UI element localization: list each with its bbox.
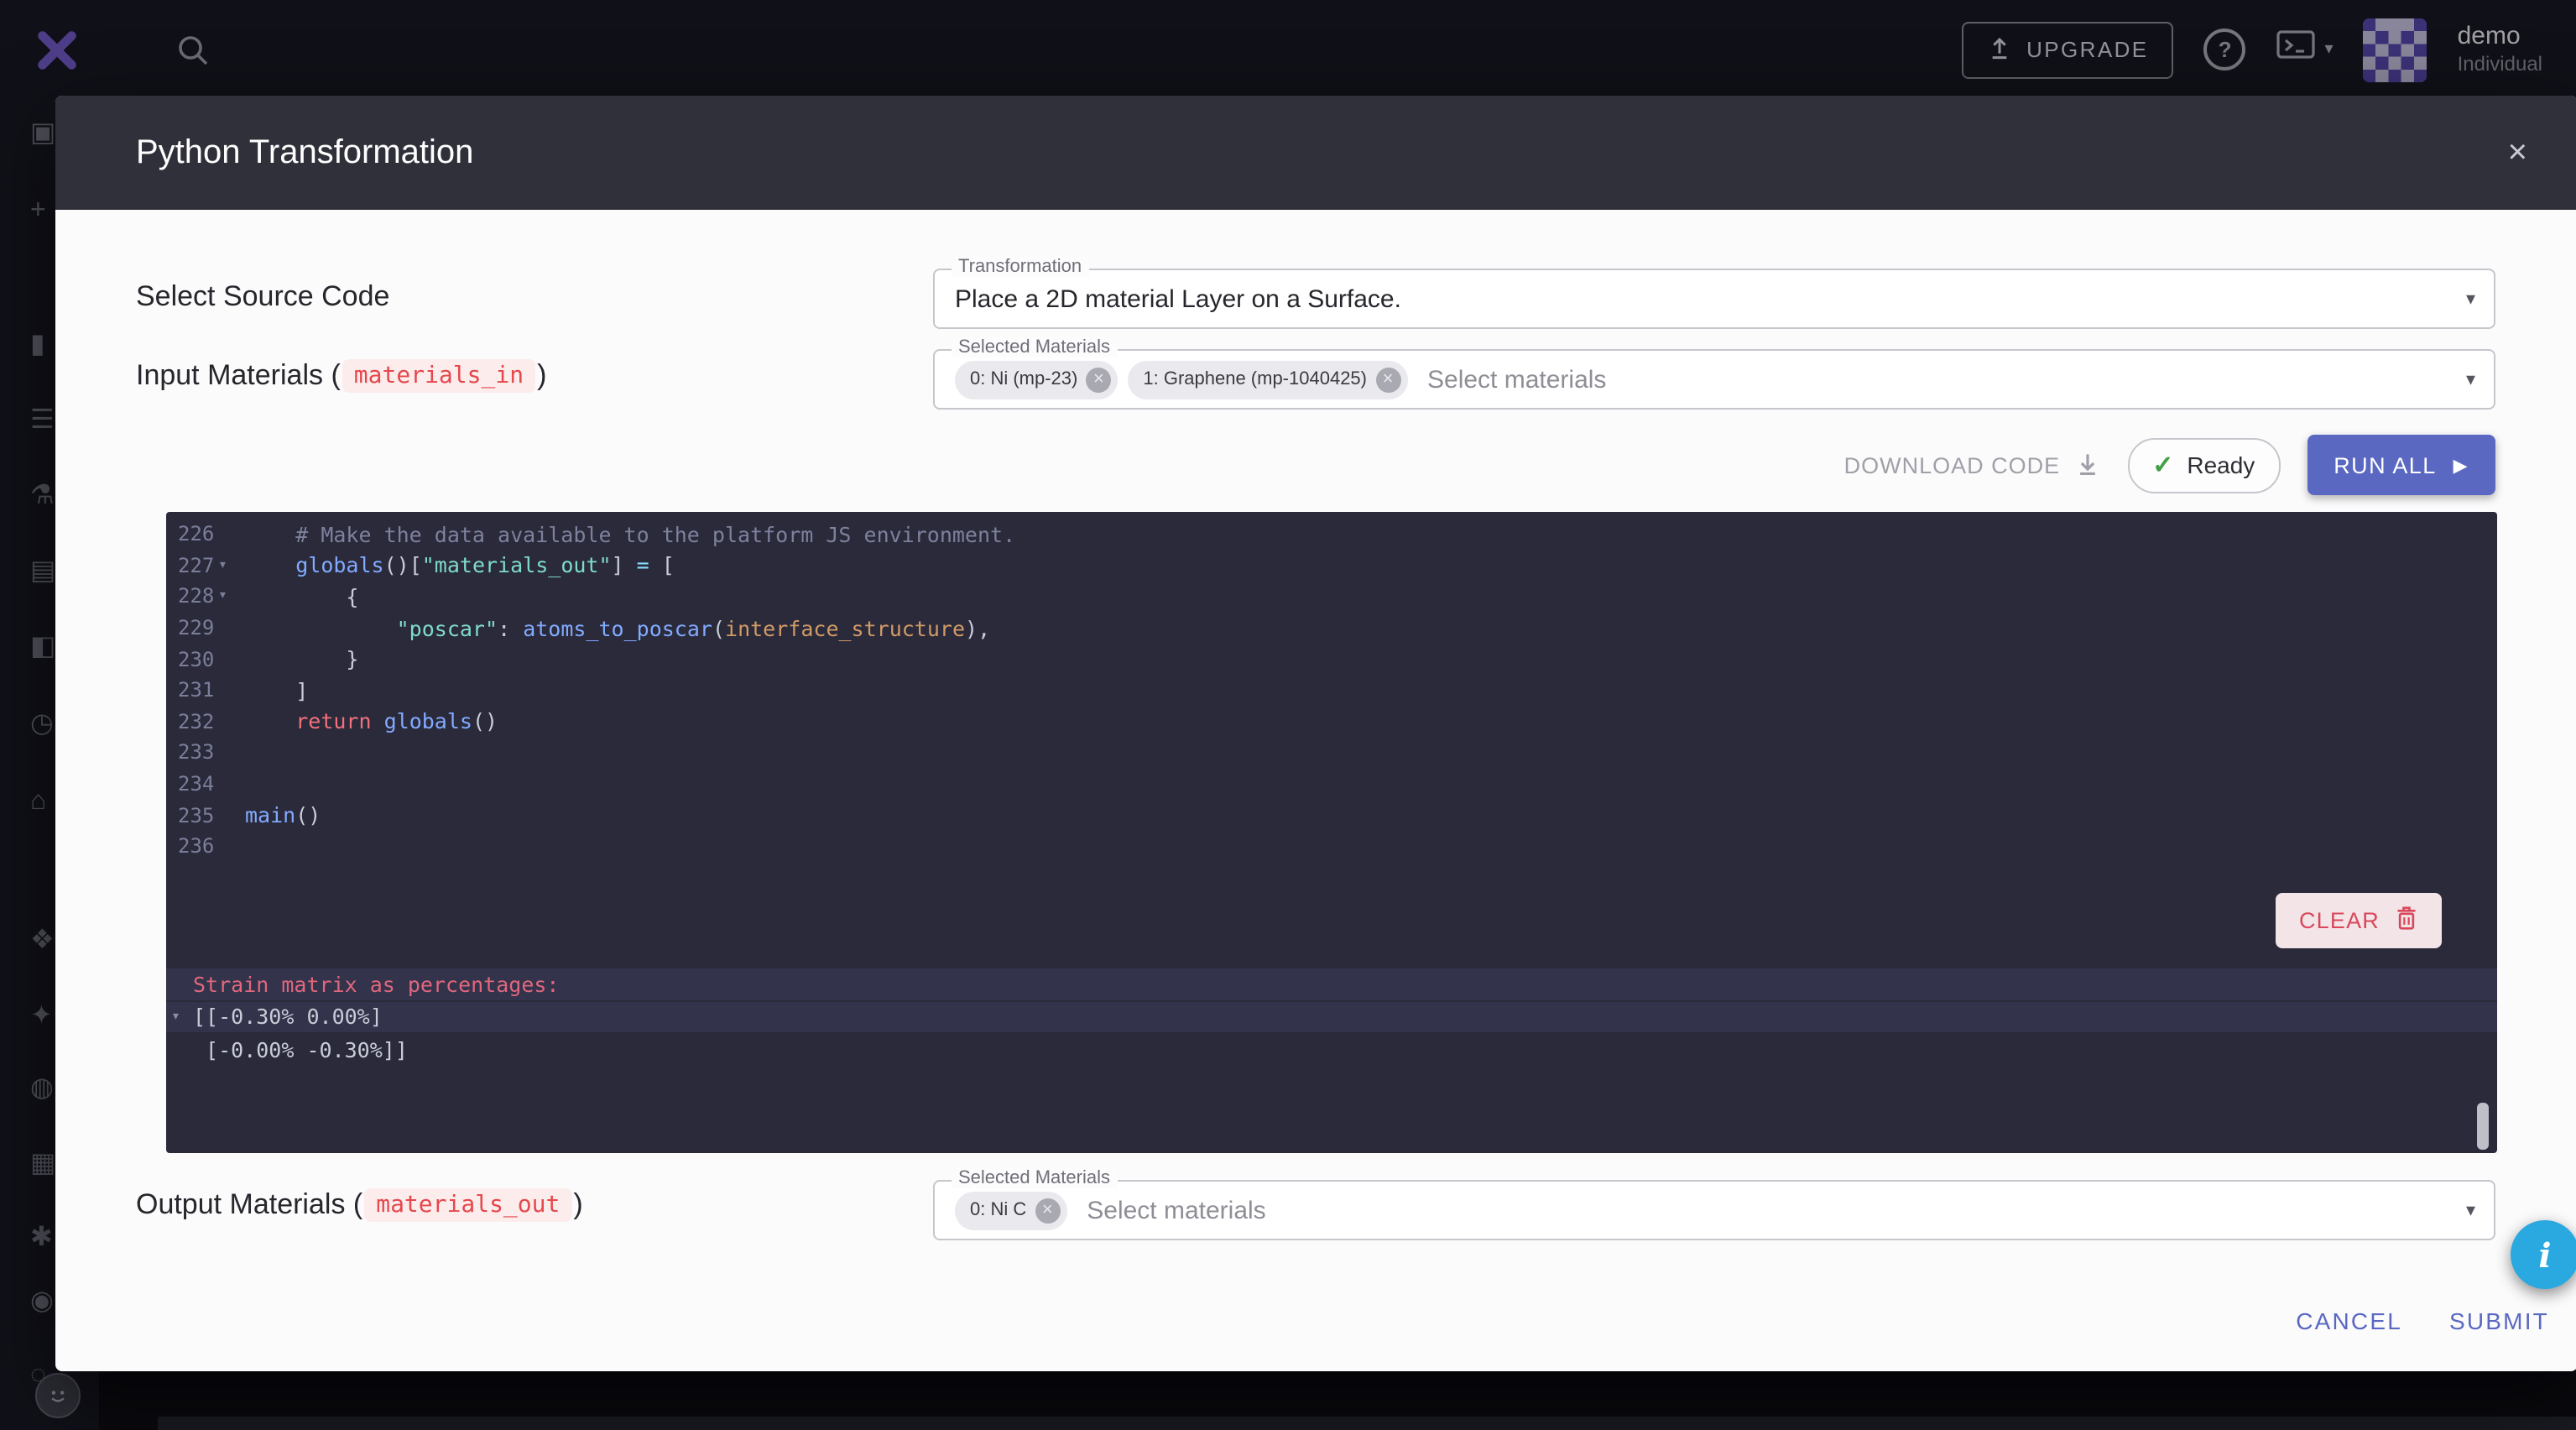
chevron-down-icon[interactable]: ▾ [2466,368,2475,390]
code-text: return globals() [245,709,498,734]
code-line: 228▾ { [166,581,2497,612]
download-icon [2073,449,2100,481]
download-code-label: DOWNLOAD CODE [1844,452,2061,478]
fold-caret-icon[interactable]: ▾ [218,557,227,574]
chevron-down-icon[interactable]: ▾ [2466,288,2475,310]
play-icon: ▶ [2453,454,2469,476]
output-console: Strain matrix as percentages: ▾ [[-0.30% 0… [166,968,2497,1067]
chevron-down-icon[interactable]: ▾ [2466,1199,2475,1221]
transformation-field-label: Transformation [952,257,1088,277]
remove-chip-icon[interactable]: × [1035,1198,1060,1223]
run-all-label: RUN ALL [2334,452,2436,478]
code-text: "poscar": atoms_to_poscar(interface_stru… [245,615,990,640]
code-text: # Make the data available to the platfor… [245,522,1015,547]
submit-button[interactable]: SUBMIT [2449,1307,2549,1334]
line-number: 229 [166,616,245,639]
input-materials-label-prefix: Input Materials ( [136,359,341,393]
input-materials-label: Input Materials (materials_in) [136,359,546,393]
code-line: 232 return globals() [166,706,2497,737]
line-number: 232 [166,710,245,733]
transformation-value: Place a 2D material Layer on a Surface. [955,284,1401,313]
trash-icon [2395,905,2418,937]
chip-label: 0: Ni (mp-23) [970,369,1077,389]
line-number: 226 [166,523,245,546]
dialog-title: Python Transformation [136,133,473,172]
code-text: globals()["materials_out"] = [ [245,553,675,578]
code-line: 227▾ globals()["materials_out"] = [ [166,550,2497,581]
line-number: 236 [166,834,245,858]
collapse-caret-icon[interactable]: ▾ [171,1008,180,1025]
code-line: 231 ] [166,675,2497,706]
line-number: 227▾ [166,554,245,577]
line-number: 233 [166,741,245,765]
selected-materials-label: Selected Materials [952,337,1117,358]
dialog-header: Python Transformation × [55,96,2576,210]
code-line: 233 [166,737,2497,768]
line-number: 235 [166,803,245,827]
status-badge: ✓ Ready [2127,437,2280,493]
console-line: ▾ [[-0.30% 0.00%] [166,1001,2497,1032]
console-line: Strain matrix as percentages: [166,968,2497,999]
code-line: 234 [166,769,2497,800]
output-materials-label: Output Materials (materials_out) [136,1188,583,1222]
input-materials-select[interactable]: Selected Materials 0: Ni (mp-23)×1: Grap… [933,349,2495,410]
chip-label: 1: Graphene (mp-1040425) [1143,369,1367,389]
transformation-select[interactable]: Transformation Place a 2D material Layer… [933,269,2495,329]
output-materials-label-prefix: Output Materials ( [136,1188,362,1222]
code-text: } [245,646,358,671]
ready-label: Ready [2187,451,2255,478]
materials-in-code-chip: materials_in [342,359,535,393]
input-material-chips: 0: Ni (mp-23) × 1: Graphene (mp-1040425) × [955,360,1407,399]
line-number: 234 [166,772,245,796]
screen: UPGRADE ? ▾ [0,0,2576,1430]
code-text: { [245,584,358,609]
code-line: 226 # Make the data available to the pla… [166,519,2497,550]
check-icon: ✓ [2152,450,2173,480]
console-text: [[-0.30% 0.00%] [193,1005,383,1030]
remove-chip-icon[interactable]: × [1086,367,1111,392]
chip-label: 0: Ni C [970,1200,1026,1220]
input-materials-label-suffix: ) [537,359,546,393]
remove-chip-icon[interactable]: × [1375,367,1400,392]
run-all-button[interactable]: RUN ALL ▶ [2307,435,2495,495]
download-code-button[interactable]: DOWNLOAD CODE [1844,449,2101,481]
line-number: 230 [166,647,245,671]
material-chip[interactable]: 0: Ni (mp-23) × [955,360,1118,399]
fold-caret-icon[interactable]: ▾ [218,588,227,605]
info-button[interactable]: i [2511,1220,2576,1289]
console-text: [-0.00% -0.30%]] [193,1037,408,1062]
scrollbar-thumb[interactable] [2477,1103,2489,1150]
material-chip[interactable]: 0: Ni C × [955,1191,1066,1229]
clear-label: CLEAR [2299,908,2380,933]
line-number: 231 [166,679,245,702]
console-line: [-0.00% -0.30%]] [166,1034,2497,1065]
select-materials-placeholder: Select materials [1087,1196,1265,1224]
material-chip[interactable]: 1: Graphene (mp-1040425) × [1128,360,1407,399]
clear-button[interactable]: CLEAR [2276,893,2442,948]
selected-materials-label: Selected Materials [952,1168,1117,1188]
code-text: main() [245,802,321,827]
select-materials-placeholder: Select materials [1427,365,1606,394]
code-line: 235main() [166,800,2497,831]
cancel-button[interactable]: CANCEL [2296,1307,2402,1334]
code-line: 230 } [166,644,2497,675]
line-number: 228▾ [166,585,245,608]
code-toolbar: DOWNLOAD CODE ✓ Ready RUN ALL ▶ [1844,435,2495,495]
close-icon[interactable]: × [2508,136,2527,170]
code-text: ] [245,678,308,703]
output-material-chips: 0: Ni C × [955,1191,1066,1229]
output-materials-select[interactable]: Selected Materials 0: Ni C× Select mater… [933,1180,2495,1240]
dialog-actions: CANCEL SUBMIT [2296,1307,2549,1334]
output-materials-label-suffix: ) [573,1188,582,1222]
code-panel: 226 # Make the data available to the pla… [166,512,2497,1153]
code-line: 229 "poscar": atoms_to_poscar(interface_… [166,613,2497,644]
console-text: Strain matrix as percentages: [193,972,560,997]
select-source-code-label: Select Source Code [136,280,389,314]
code-line: 236 [166,831,2497,862]
python-transformation-dialog: Python Transformation × Select Source Co… [55,96,2576,1371]
code-editor[interactable]: 226 # Make the data available to the pla… [166,519,2497,862]
materials-out-code-chip: materials_out [364,1188,571,1222]
